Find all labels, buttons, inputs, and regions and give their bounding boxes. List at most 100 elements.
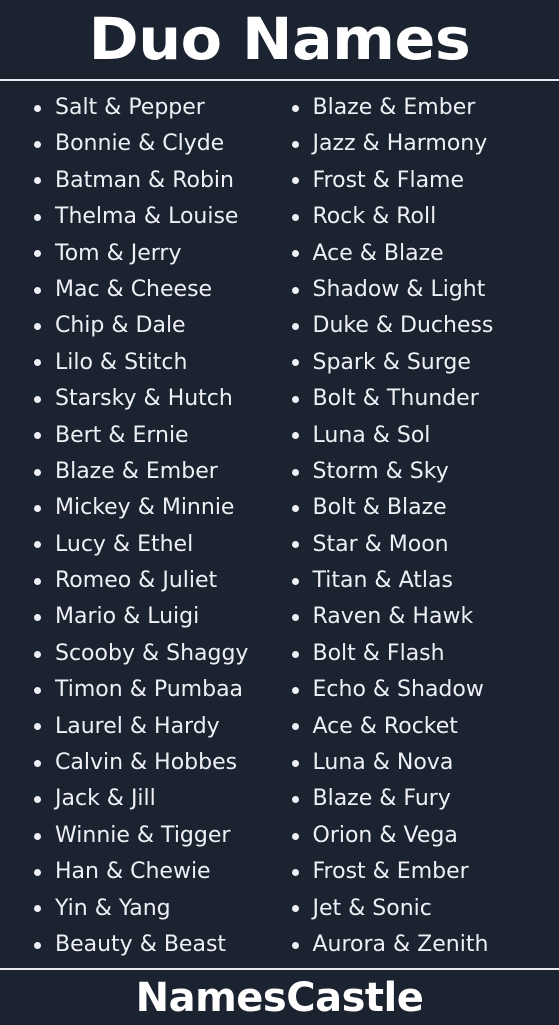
bullet-icon (292, 760, 299, 767)
list-item-label: Bert & Ernie (55, 418, 189, 454)
list-item-label: Jazz & Harmony (313, 126, 488, 162)
list-item-label: Laurel & Hardy (55, 709, 220, 745)
list-item: Lilo & Stitch (34, 345, 280, 381)
list-item: Blaze & Ember (292, 90, 559, 126)
list-item: Echo & Shadow (292, 672, 559, 708)
list-item-label: Storm & Sky (313, 454, 449, 490)
list-item-label: Luna & Nova (313, 745, 454, 781)
list-item: Starsky & Hutch (34, 381, 280, 417)
list-item-label: Duke & Duchess (313, 308, 494, 344)
list-item-label: Mario & Luigi (55, 599, 199, 635)
list-item: Luna & Sol (292, 418, 559, 454)
list-item: Ace & Rocket (292, 709, 559, 745)
list-item: Duke & Duchess (292, 308, 559, 344)
bullet-icon (34, 541, 41, 548)
list-item-label: Titan & Atlas (313, 563, 453, 599)
bullet-icon (34, 469, 41, 476)
bullet-icon (292, 177, 299, 184)
list-item-label: Star & Moon (313, 527, 449, 563)
list-item-label: Lilo & Stitch (55, 345, 187, 381)
list-item-label: Shadow & Light (313, 272, 486, 308)
bullet-icon (34, 687, 41, 694)
bullet-icon (292, 541, 299, 548)
list-item-label: Tom & Jerry (55, 236, 181, 272)
brand-logo: NamesCastle (136, 978, 424, 1018)
list-item: Rock & Roll (292, 199, 559, 235)
bullet-icon (292, 105, 299, 112)
list-item: Mario & Luigi (34, 599, 280, 635)
list-item-label: Yin & Yang (55, 891, 171, 927)
bullet-icon (292, 869, 299, 876)
list-item: Shadow & Light (292, 272, 559, 308)
list-item: Ace & Blaze (292, 236, 559, 272)
list-item: Spark & Surge (292, 345, 559, 381)
bullet-icon (292, 687, 299, 694)
bullet-icon (34, 214, 41, 221)
poster: Duo Names Salt & PepperBonnie & ClydeBat… (0, 0, 559, 1024)
bullet-icon (34, 833, 41, 840)
list-item: Star & Moon (292, 527, 559, 563)
list-item-label: Mickey & Minnie (55, 490, 234, 526)
list-item: Blaze & Fury (292, 781, 559, 817)
list-item-label: Calvin & Hobbes (55, 745, 237, 781)
list-item: Blaze & Ember (34, 454, 280, 490)
poster-header: Duo Names (0, 0, 559, 78)
list-item: Frost & Ember (292, 854, 559, 890)
name-list-right: Blaze & EmberJazz & HarmonyFrost & Flame… (292, 90, 559, 963)
page-title: Duo Names (89, 10, 471, 68)
list-item: Han & Chewie (34, 854, 280, 890)
list-item-label: Bonnie & Clyde (55, 126, 224, 162)
name-list-left: Salt & PepperBonnie & ClydeBatman & Robi… (34, 90, 280, 963)
bullet-icon (292, 287, 299, 294)
list-item: Mickey & Minnie (34, 490, 280, 526)
bullet-icon (34, 396, 41, 403)
list-item-label: Raven & Hawk (313, 599, 474, 635)
list-item-label: Jet & Sonic (313, 891, 432, 927)
list-item-label: Han & Chewie (55, 854, 211, 890)
bullet-icon (292, 432, 299, 439)
list-item: Tom & Jerry (34, 236, 280, 272)
bullet-icon (292, 942, 299, 949)
list-item-label: Mac & Cheese (55, 272, 212, 308)
bullet-icon (34, 578, 41, 585)
bullet-icon (292, 396, 299, 403)
bullet-icon (34, 287, 41, 294)
list-item: Batman & Robin (34, 163, 280, 199)
bullet-icon (34, 614, 41, 621)
list-item: Mac & Cheese (34, 272, 280, 308)
list-item-label: Blaze & Ember (313, 90, 476, 126)
column-left: Salt & PepperBonnie & ClydeBatman & Robi… (0, 90, 280, 963)
list-item: Frost & Flame (292, 163, 559, 199)
bullet-icon (34, 651, 41, 658)
bullet-icon (34, 177, 41, 184)
list-item: Romeo & Juliet (34, 563, 280, 599)
list-item: Chip & Dale (34, 308, 280, 344)
bullet-icon (34, 869, 41, 876)
list-item: Bolt & Thunder (292, 381, 559, 417)
list-item-label: Echo & Shadow (313, 672, 484, 708)
list-item-label: Aurora & Zenith (313, 927, 489, 963)
list-item-label: Beauty & Beast (55, 927, 226, 963)
bullet-icon (292, 214, 299, 221)
bullet-icon (34, 359, 41, 366)
bullet-icon (34, 796, 41, 803)
list-item: Bert & Ernie (34, 418, 280, 454)
list-item: Raven & Hawk (292, 599, 559, 635)
bullet-icon (292, 833, 299, 840)
list-item-label: Scooby & Shaggy (55, 636, 248, 672)
name-columns: Salt & PepperBonnie & ClydeBatman & Robi… (0, 82, 559, 967)
list-item-label: Frost & Flame (313, 163, 465, 199)
list-item-label: Spark & Surge (313, 345, 471, 381)
list-item: Timon & Pumbaa (34, 672, 280, 708)
list-item: Orion & Vega (292, 818, 559, 854)
bullet-icon (292, 614, 299, 621)
bullet-icon (34, 432, 41, 439)
list-item-label: Lucy & Ethel (55, 527, 193, 563)
footer-divider (0, 967, 559, 971)
list-item: Scooby & Shaggy (34, 636, 280, 672)
list-item-label: Chip & Dale (55, 308, 186, 344)
list-item-label: Starsky & Hutch (55, 381, 233, 417)
bullet-icon (292, 505, 299, 512)
list-item-label: Rock & Roll (313, 199, 437, 235)
list-item: Laurel & Hardy (34, 709, 280, 745)
